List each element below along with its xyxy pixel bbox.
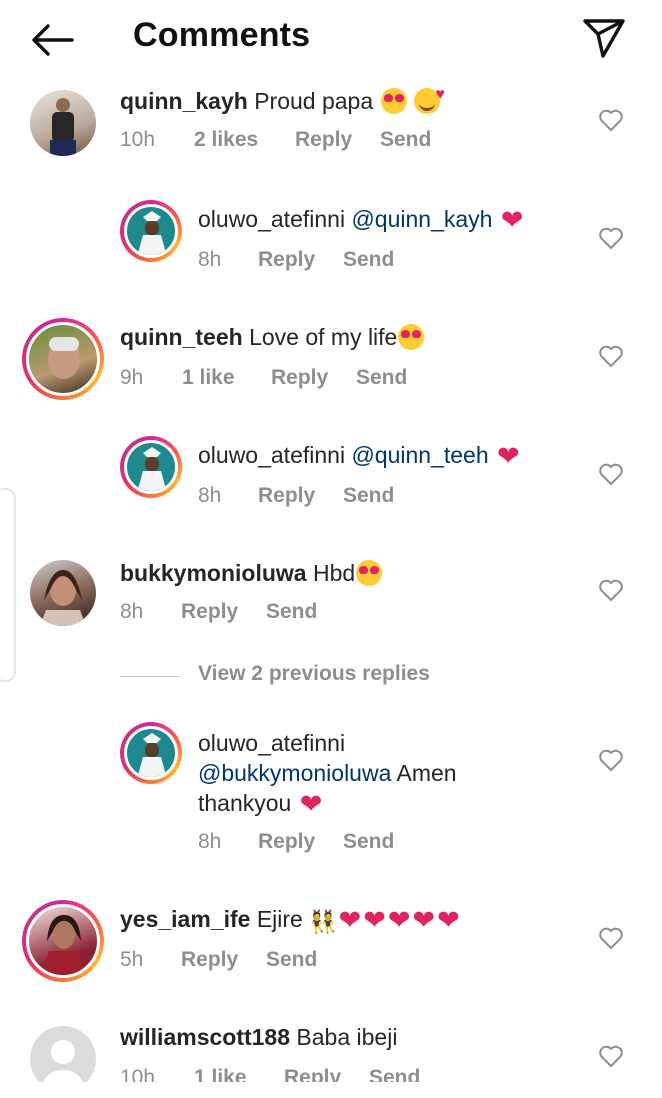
avatar[interactable] xyxy=(30,560,96,626)
mention-link[interactable]: @quinn_teeh xyxy=(351,442,488,468)
comment-time: 10h xyxy=(120,128,156,151)
send-button[interactable]: Send xyxy=(343,248,394,272)
comment-item: quinn_kayh Proud papa 10h 2 likes Reply … xyxy=(0,80,662,186)
comment-username[interactable]: oluwo_atefinni xyxy=(198,730,345,756)
avatar[interactable] xyxy=(30,90,96,156)
like-heart-icon[interactable] xyxy=(598,462,624,486)
comment-username[interactable]: oluwo_atefinni xyxy=(198,442,345,468)
reply-item: oluwo_atefinni @quinn_kayh ❤ 8h Reply Se… xyxy=(0,200,662,290)
mention-link[interactable]: @bukkymonioluwa xyxy=(198,760,391,786)
comment-username[interactable]: oluwo_atefinni xyxy=(198,206,345,232)
comment-time: 8h xyxy=(120,600,144,623)
like-heart-icon[interactable] xyxy=(598,1044,624,1068)
send-button[interactable]: Send xyxy=(356,366,407,390)
comment-text: Ejire xyxy=(256,906,303,932)
default-avatar-icon[interactable] xyxy=(30,1026,96,1082)
reply-button[interactable]: Reply xyxy=(258,830,315,854)
back-button[interactable] xyxy=(28,18,76,62)
like-heart-icon[interactable] xyxy=(598,748,624,772)
like-heart-icon[interactable] xyxy=(598,344,624,368)
comment-text: Hbd xyxy=(312,560,356,586)
comment-username[interactable]: bukkymonioluwa xyxy=(120,560,307,586)
bottom-bar xyxy=(0,1082,662,1098)
red-heart-emoji-icon: ❤ xyxy=(387,905,411,935)
reply-item: oluwo_atefinni @quinn_teeh ❤ 8h Reply Se… xyxy=(0,436,662,526)
comment-text: Love of my life xyxy=(249,324,398,350)
reply-button[interactable]: Reply xyxy=(295,128,352,152)
red-heart-emoji-icon: ❤ xyxy=(500,205,524,235)
like-heart-icon[interactable] xyxy=(598,226,624,250)
reply-button[interactable]: Reply xyxy=(258,484,315,508)
send-button[interactable]: Send xyxy=(343,484,394,508)
like-heart-icon[interactable] xyxy=(598,108,624,132)
comment-username[interactable]: williamscott188 xyxy=(120,1024,290,1050)
mention-link[interactable]: @quinn_kayh xyxy=(351,206,492,232)
send-button[interactable]: Send xyxy=(369,1066,420,1082)
view-previous-replies[interactable]: View 2 previous replies xyxy=(120,662,520,692)
reply-button[interactable]: Reply xyxy=(258,248,315,272)
top-bar: Comments xyxy=(0,0,662,78)
comment-time: 10h xyxy=(120,1066,156,1082)
reply-item: oluwo_atefinni @bukkymonioluwa Amen than… xyxy=(0,722,662,862)
likes-count[interactable]: 1 like xyxy=(182,366,235,390)
send-button[interactable]: Send xyxy=(266,948,317,972)
heart-eyes-emoji-icon xyxy=(398,324,425,350)
avatar[interactable] xyxy=(120,436,182,498)
red-heart-emoji-icon: ❤ xyxy=(437,905,460,935)
red-heart-emoji-icon: ❤ xyxy=(299,789,323,819)
comment-time: 5h xyxy=(120,948,144,971)
likes-count[interactable]: 1 like xyxy=(194,1066,247,1082)
avatar[interactable] xyxy=(22,318,104,400)
reply-button[interactable]: Reply xyxy=(181,948,238,972)
send-button[interactable]: Send xyxy=(343,830,394,854)
page-title: Comments xyxy=(133,16,311,54)
view-previous-replies-label[interactable]: View 2 previous replies xyxy=(198,662,430,686)
like-heart-icon[interactable] xyxy=(598,578,624,602)
comment-text: Proud papa xyxy=(254,88,374,114)
comment-username[interactable]: yes_iam_ife xyxy=(120,906,250,932)
heart-eyes-emoji-icon xyxy=(380,88,407,114)
reply-button[interactable]: Reply xyxy=(284,1066,341,1082)
smiling-face-with-hearts-emoji-icon xyxy=(413,80,445,114)
comment-item: williamscott188 Baba ibeji 10h 1 like Re… xyxy=(0,1022,662,1082)
share-button[interactable] xyxy=(580,14,628,62)
avatar[interactable] xyxy=(120,200,182,262)
comment-item: yes_iam_ife Ejire 👯❤❤❤❤❤ 5h Reply Send xyxy=(0,900,662,990)
like-heart-icon[interactable] xyxy=(598,926,624,950)
reply-button[interactable]: Reply xyxy=(271,366,328,390)
red-heart-emoji-icon: ❤ xyxy=(363,905,386,935)
comment-item: bukkymonioluwa Hbd 8h Reply Send xyxy=(0,558,662,648)
heart-eyes-emoji-icon xyxy=(356,560,383,586)
avatar[interactable] xyxy=(22,900,104,982)
comment-username[interactable]: quinn_kayh xyxy=(120,88,248,114)
arrow-left-icon xyxy=(32,24,74,56)
comment-text: Amen xyxy=(396,760,457,786)
red-heart-emoji-icon: ❤ xyxy=(497,441,520,471)
comment-time: 9h xyxy=(120,366,144,389)
dancers-emoji-icon: 👯 xyxy=(309,909,337,934)
comment-text-continued: thankyou xyxy=(198,790,292,816)
comment-item: quinn_teeh Love of my life 9h 1 like Rep… xyxy=(0,318,662,408)
paper-plane-icon xyxy=(583,19,625,58)
comment-time: 8h xyxy=(198,248,222,271)
divider xyxy=(120,676,180,677)
comment-time: 8h xyxy=(198,830,222,853)
likes-count[interactable]: 2 likes xyxy=(194,128,258,152)
red-heart-emoji-icon: ❤ xyxy=(412,905,436,935)
send-button[interactable]: Send xyxy=(266,600,317,624)
reply-button[interactable]: Reply xyxy=(181,600,238,624)
comment-time: 8h xyxy=(198,484,222,507)
red-heart-emoji-icon: ❤ xyxy=(338,905,362,935)
comment-username[interactable]: quinn_teeh xyxy=(120,324,243,350)
avatar[interactable] xyxy=(120,722,182,784)
send-button[interactable]: Send xyxy=(380,128,431,152)
comment-text: Baba ibeji xyxy=(296,1024,398,1050)
